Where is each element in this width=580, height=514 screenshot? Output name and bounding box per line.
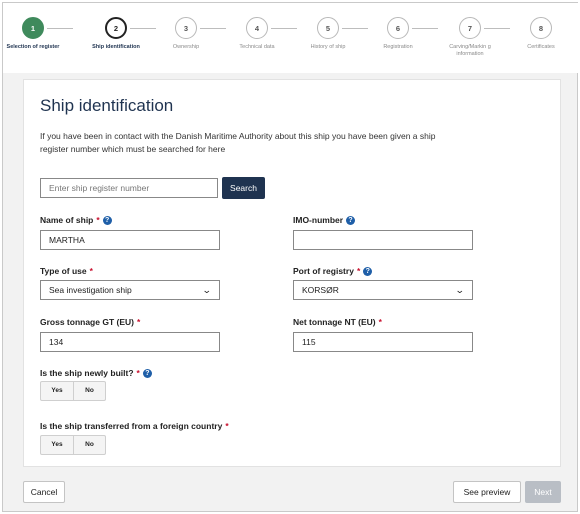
step-number: 7 xyxy=(459,17,481,39)
step-connector xyxy=(130,28,156,29)
intro-text: If you have been in contact with the Dan… xyxy=(40,131,436,154)
label-text: Gross tonnage GT (EU) xyxy=(40,317,134,327)
step-connector xyxy=(342,28,368,29)
label-text: Type of use xyxy=(40,266,87,276)
newly-built-toggle: Yes No xyxy=(40,381,106,401)
step-label: Ownership xyxy=(172,44,200,50)
step-number: 3 xyxy=(175,17,197,39)
window: 1 Selection of register 2 Ship identific… xyxy=(2,2,579,512)
gross-tonnage-label: Gross tonnage GT (EU) * xyxy=(40,317,140,327)
newly-built-label: Is the ship newly built? * ? xyxy=(40,368,152,378)
required-marker: * xyxy=(356,266,361,276)
label-text: Is the ship newly built? xyxy=(40,368,134,378)
label-text: Net tonnage NT (EU) xyxy=(293,317,376,327)
imo-number-input[interactable] xyxy=(293,230,473,250)
ship-register-number-input[interactable]: Enter ship register number xyxy=(40,178,218,198)
next-button[interactable]: Next xyxy=(525,481,561,503)
required-marker: * xyxy=(378,317,382,327)
step-registration[interactable]: 6 Registration xyxy=(368,17,428,51)
port-of-registry-select[interactable]: KORSØR ⌄ xyxy=(293,280,473,300)
see-preview-button[interactable]: See preview xyxy=(453,481,521,503)
net-tonnage-label: Net tonnage NT (EU) * xyxy=(293,317,382,327)
step-label: Ship identification xyxy=(92,44,140,50)
ship-identification-panel: Ship identification If you have been in … xyxy=(23,79,561,467)
name-of-ship-input[interactable]: MARTHA xyxy=(40,230,220,250)
help-icon[interactable]: ? xyxy=(142,368,152,378)
step-ship-identification[interactable]: 2 Ship identification xyxy=(86,17,146,51)
step-number: 1 xyxy=(22,17,44,39)
progress-stepper: 1 Selection of register 2 Ship identific… xyxy=(3,3,579,73)
step-label: Selection of register xyxy=(6,44,60,50)
step-ownership[interactable]: 3 Ownership xyxy=(156,17,216,51)
label-text: IMO-number xyxy=(293,215,344,225)
label-text: Port of registry xyxy=(293,266,354,276)
step-technical-data[interactable]: 4 Technical data xyxy=(227,17,287,51)
transferred-toggle: Yes No xyxy=(40,435,106,455)
help-icon[interactable]: ? xyxy=(102,215,112,225)
gross-tonnage-input[interactable]: 134 xyxy=(40,332,220,352)
required-marker: * xyxy=(89,266,93,276)
chevron-down-icon: ⌄ xyxy=(202,285,213,295)
no-button[interactable]: No xyxy=(73,382,105,400)
step-label: Carving/Markin g information xyxy=(449,44,491,57)
required-marker: * xyxy=(225,421,229,431)
transferred-label: Is the ship transferred from a foreign c… xyxy=(40,421,229,431)
cancel-button[interactable]: Cancel xyxy=(23,481,65,503)
step-certificates[interactable]: 8 Certificates xyxy=(511,17,571,51)
label-text: Is the ship transferred from a foreign c… xyxy=(40,421,223,431)
selected-value: Sea investigation ship xyxy=(49,285,132,295)
imo-number-label: IMO-number ? xyxy=(293,215,356,225)
required-marker: * xyxy=(136,317,141,327)
type-of-use-select[interactable]: Sea investigation ship ⌄ xyxy=(40,280,220,300)
required-marker: * xyxy=(96,215,100,225)
help-icon[interactable]: ? xyxy=(363,266,373,276)
step-label: Registration xyxy=(383,44,413,50)
step-connector xyxy=(200,28,226,29)
step-connector xyxy=(47,28,73,29)
step-label: Technical data xyxy=(239,44,275,50)
selected-value: KORSØR xyxy=(302,285,339,295)
no-button[interactable]: No xyxy=(73,436,105,454)
net-tonnage-input[interactable]: 115 xyxy=(293,332,473,352)
label-text: Name of ship xyxy=(40,215,94,225)
port-of-registry-label: Port of registry * ? xyxy=(293,266,373,276)
step-carving-marking-information[interactable]: 7 Carving/Markin g information xyxy=(440,17,500,57)
step-history-of-ship[interactable]: 5 History of ship xyxy=(298,17,358,51)
yes-button[interactable]: Yes xyxy=(41,436,73,454)
step-connector xyxy=(271,28,297,29)
step-number: 4 xyxy=(246,17,268,39)
chevron-down-icon: ⌄ xyxy=(455,285,466,295)
type-of-use-label: Type of use * xyxy=(40,266,93,276)
step-selection-of-register[interactable]: 1 Selection of register xyxy=(3,17,63,51)
help-icon[interactable]: ? xyxy=(346,215,356,225)
step-label: History of ship xyxy=(310,44,346,50)
page-title: Ship identification xyxy=(40,96,174,115)
step-connector xyxy=(412,28,438,29)
step-number: 6 xyxy=(387,17,409,39)
step-number: 2 xyxy=(105,17,127,39)
yes-button[interactable]: Yes xyxy=(41,382,73,400)
step-number: 8 xyxy=(530,17,552,39)
required-marker: * xyxy=(136,368,140,378)
step-number: 5 xyxy=(317,17,339,39)
search-button[interactable]: Search xyxy=(222,177,265,199)
step-label: Certificates xyxy=(527,44,555,50)
step-connector xyxy=(484,28,510,29)
name-of-ship-label: Name of ship * ? xyxy=(40,215,112,225)
